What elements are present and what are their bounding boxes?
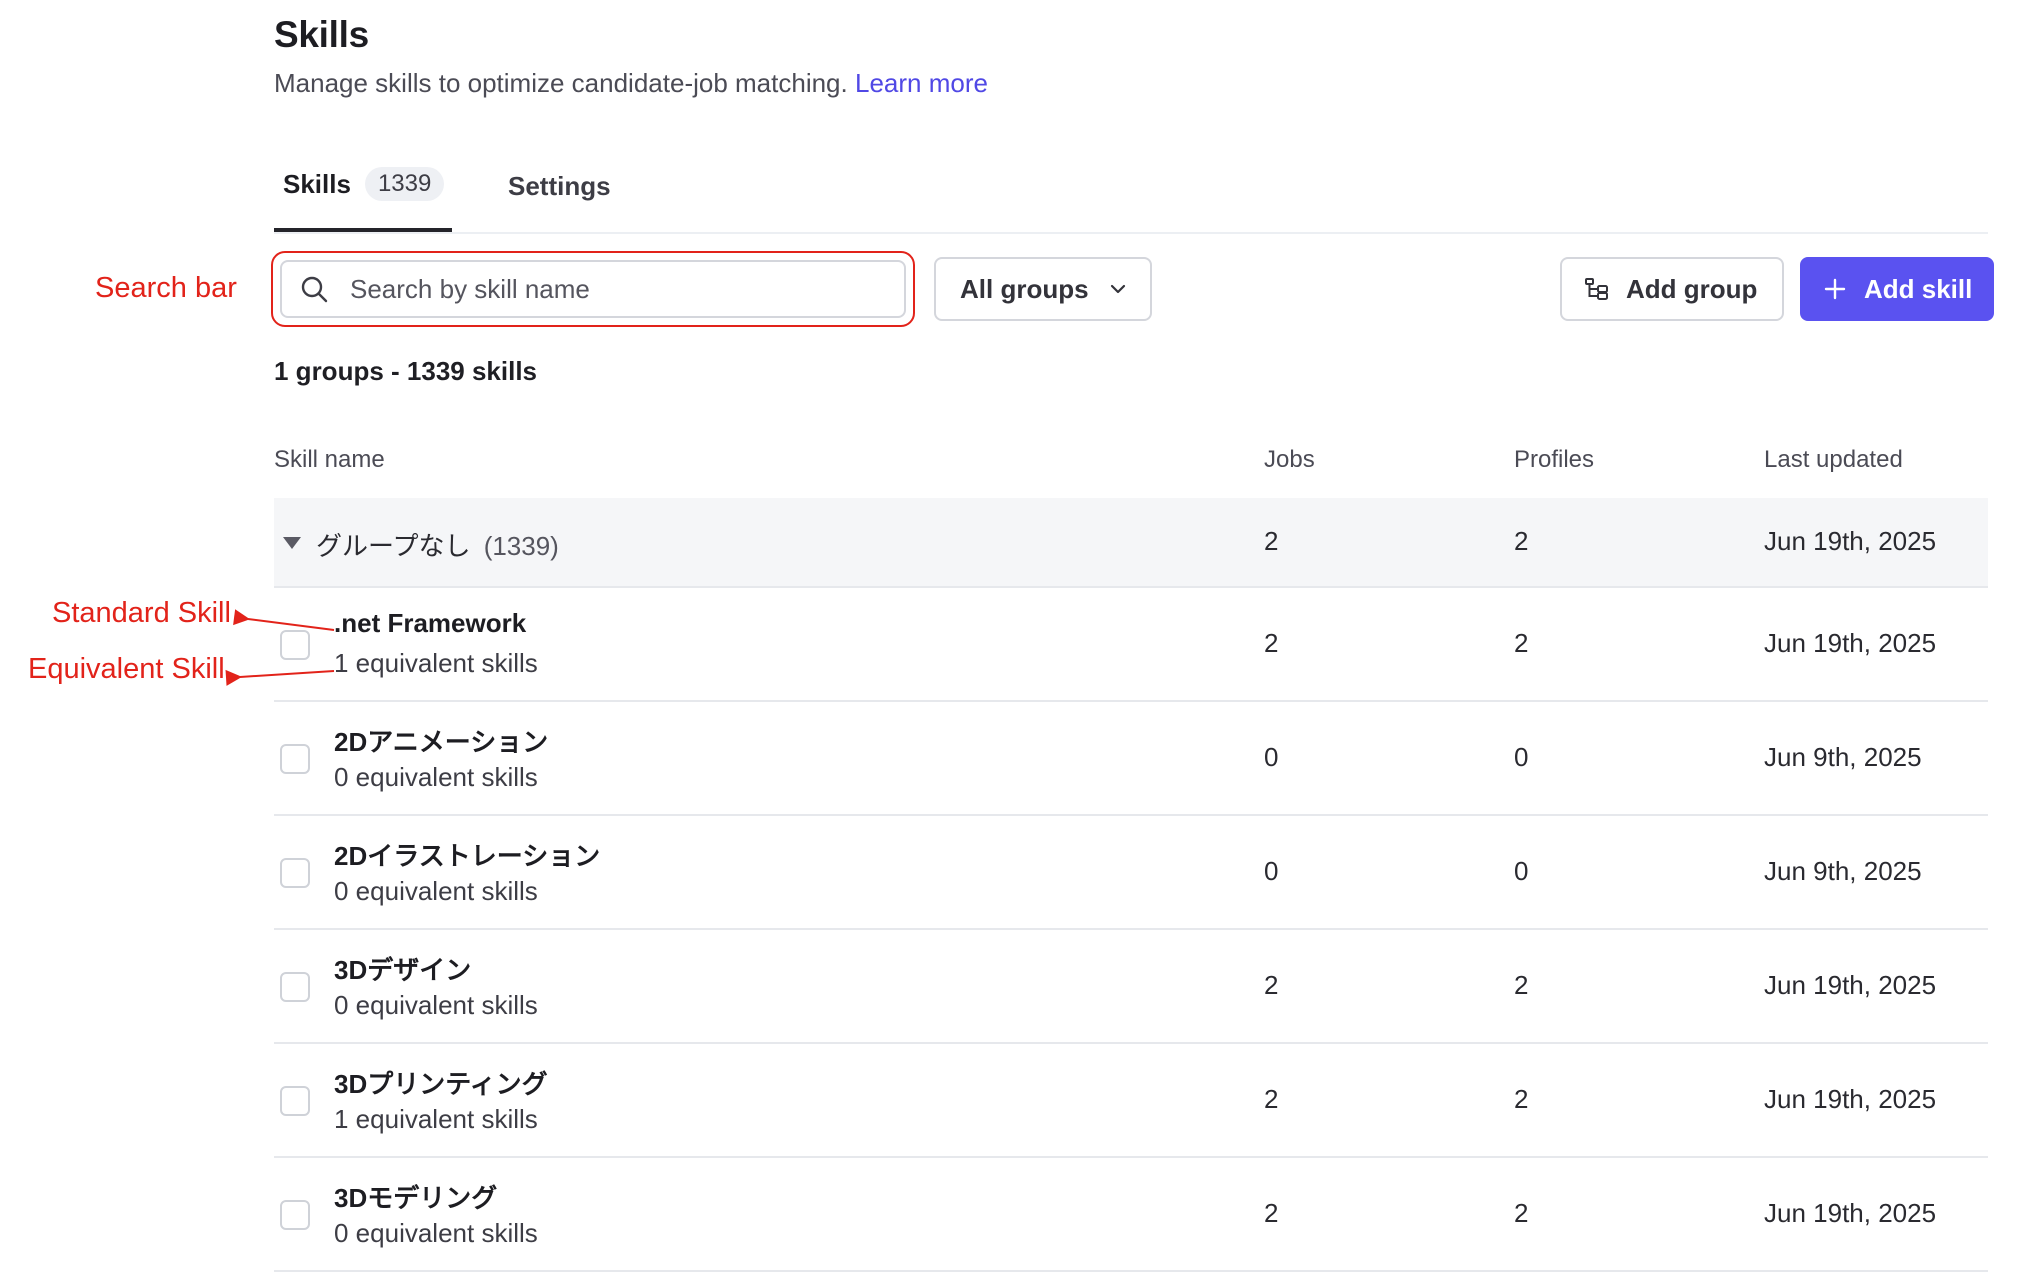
last-updated: Jun 19th, 2025 (1764, 628, 1937, 658)
table-row[interactable]: 2Dアニメーション 0 equivalent skills 0 0 Jun 9t… (274, 702, 1988, 816)
skill-name: 3Dデザイン (334, 955, 472, 985)
row-checkbox[interactable] (280, 1200, 310, 1230)
group-profiles: 2 (1514, 526, 1529, 556)
table-row[interactable]: 3Dモデリング 0 equivalent skills 2 2 Jun 19th… (274, 1158, 1988, 1272)
tab-skills-label: Skills (283, 168, 351, 199)
jobs-count: 2 (1264, 1198, 1279, 1228)
search-highlight-frame (271, 251, 915, 327)
last-updated: Jun 19th, 2025 (1764, 970, 1937, 1000)
last-updated: Jun 19th, 2025 (1764, 1084, 1937, 1114)
group-jobs: 2 (1264, 526, 1279, 556)
add-group-label: Add group (1626, 273, 1758, 304)
group-count: (1339) (483, 531, 559, 561)
last-updated: Jun 9th, 2025 (1764, 742, 1922, 772)
chevron-down-icon (1110, 284, 1126, 294)
jobs-count: 2 (1264, 628, 1279, 658)
tab-skills-count-badge: 1339 (364, 167, 445, 201)
group-last-updated: Jun 19th, 2025 (1764, 526, 1937, 556)
row-checkbox[interactable] (280, 972, 310, 1002)
row-checkbox[interactable] (280, 744, 310, 774)
groups-dropdown-value: All groups (960, 273, 1089, 304)
equivalent-skills-count: 1 equivalent skills (334, 1104, 538, 1134)
add-skill-button[interactable]: Add skill (1800, 257, 1994, 321)
tab-settings-label: Settings (508, 170, 611, 201)
skill-name: 2Dアニメーション (334, 727, 549, 757)
table-row[interactable]: .net Framework 1 equivalent skills 2 2 J… (274, 588, 1988, 702)
tab-skills[interactable]: Skills 1339 (274, 140, 452, 232)
table-row[interactable]: 3Dプリンティング 1 equivalent skills 2 2 Jun 19… (274, 1044, 1988, 1158)
skill-name: 3Dモデリング (334, 1183, 498, 1213)
row-checkbox[interactable] (280, 630, 310, 660)
skill-name: 2Dイラストレーション (334, 841, 601, 871)
group-row[interactable]: グループなし (1339) 2 2 Jun 19th, 2025 (274, 498, 1988, 588)
jobs-count: 0 (1264, 856, 1279, 886)
add-skill-label: Add skill (1864, 273, 1973, 304)
profiles-count: 2 (1514, 970, 1529, 1000)
jobs-count: 2 (1264, 1084, 1279, 1114)
search-icon (301, 276, 328, 303)
last-updated: Jun 19th, 2025 (1764, 1198, 1937, 1228)
table-row[interactable]: 2Dイラストレーション 0 equivalent skills 0 0 Jun … (274, 816, 1988, 930)
groups-dropdown[interactable]: All groups (934, 257, 1152, 321)
table-header: Skill name Jobs Profiles Last updated (274, 440, 1988, 500)
jobs-count: 2 (1264, 970, 1279, 1000)
add-group-button[interactable]: Add group (1560, 257, 1784, 321)
skill-name: 3Dプリンティング (334, 1069, 548, 1099)
equivalent-skills-count: 0 equivalent skills (334, 990, 538, 1020)
page-title: Skills (274, 14, 369, 55)
column-header-jobs: Jobs (1264, 446, 1315, 473)
jobs-count: 0 (1264, 742, 1279, 772)
profiles-count: 0 (1514, 856, 1529, 886)
tab-settings[interactable]: Settings (508, 140, 611, 232)
plus-icon (1824, 278, 1846, 300)
equivalent-skills-count: 0 equivalent skills (334, 1218, 538, 1248)
last-updated: Jun 9th, 2025 (1764, 856, 1922, 886)
table-row[interactable]: 3Dデザイン 0 equivalent skills 2 2 Jun 19th,… (274, 930, 1988, 1044)
group-tree-icon (1585, 278, 1608, 300)
profiles-count: 2 (1514, 1084, 1529, 1114)
tab-bar: Skills 1339 Settings (274, 140, 1988, 234)
page-subtitle: Manage skills to optimize candidate-job … (274, 68, 988, 99)
profiles-count: 0 (1514, 742, 1529, 772)
subtitle-text: Manage skills to optimize candidate-job … (274, 68, 848, 98)
equivalent-skills-count: 0 equivalent skills (334, 762, 538, 792)
equivalent-skills-count: 1 equivalent skills (334, 648, 538, 678)
column-header-skill-name: Skill name (274, 446, 385, 473)
group-name-cell: グループなし (1339) (316, 526, 559, 563)
caret-down-icon[interactable] (282, 535, 302, 551)
column-header-last-updated: Last updated (1764, 446, 1903, 473)
profiles-count: 2 (1514, 628, 1529, 658)
equivalent-skills-count: 0 equivalent skills (334, 876, 538, 906)
group-name: グループなし (316, 531, 471, 561)
row-checkbox[interactable] (280, 1086, 310, 1116)
learn-more-link[interactable]: Learn more (855, 68, 988, 98)
row-checkbox[interactable] (280, 858, 310, 888)
skills-summary: 1 groups - 1339 skills (274, 356, 538, 386)
profiles-count: 2 (1514, 1198, 1529, 1228)
skill-name: .net Framework (334, 608, 527, 638)
search-box[interactable] (280, 260, 906, 318)
column-header-profiles: Profiles (1514, 446, 1595, 473)
search-input[interactable] (348, 272, 904, 306)
